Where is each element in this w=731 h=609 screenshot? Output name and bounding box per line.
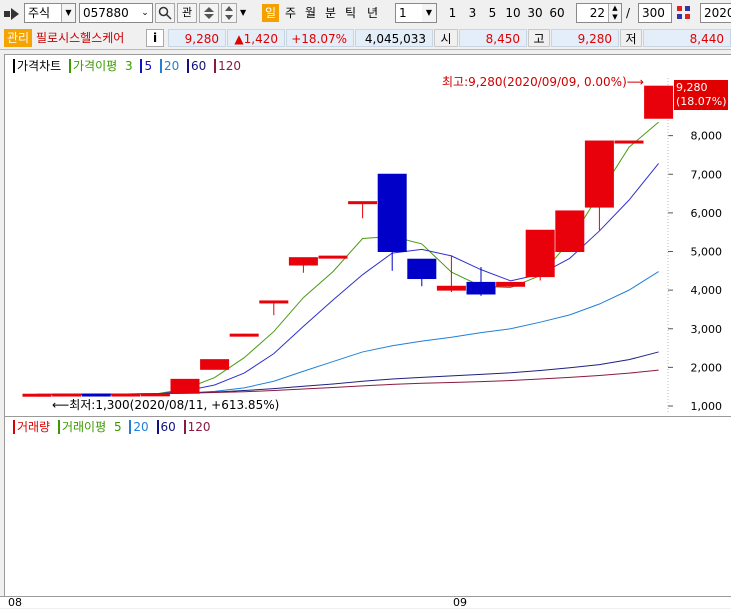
interval-select-value: 1 [399,6,407,20]
high-value: 9,280 [551,29,619,47]
total-value: 300 [642,6,665,20]
chevron-down-icon[interactable]: ▼ [61,4,75,22]
dropdown-arrow[interactable]: ▼ [240,3,250,23]
price-value: 9,280 [168,29,226,47]
interval-60-button[interactable]: 60 [547,3,567,23]
market-select[interactable]: 주식 ▼ [24,3,76,23]
settings-icon[interactable] [676,5,692,21]
search-button[interactable] [155,3,175,23]
interval-10-button[interactable]: 10 [503,3,523,23]
period-month-button[interactable]: 월 [302,3,319,23]
search-icon [158,6,172,20]
interval-30-button[interactable]: 30 [525,3,545,23]
last-change-value: (18.07%) [676,95,727,108]
low-value: 8,440 [643,29,731,47]
period-day-button[interactable]: 일 [262,4,279,22]
last-price-tag: 9,280 (18.07%) [674,80,728,110]
period-week-button[interactable]: 주 [282,3,299,23]
legend-vma-5[interactable]: 5 [114,420,122,434]
last-price-value: 9,280 [676,81,708,94]
zoom-value: 22 [589,6,605,20]
legend-vma-60[interactable]: 60 [156,420,176,434]
legend-price-chart[interactable]: 가격차트 [13,59,62,73]
info-button[interactable]: i [146,29,164,47]
arrow-left-icon: ⟵ [52,398,70,412]
interval-select[interactable]: 1 ▼ [395,3,437,23]
zoom-spinner-icon[interactable]: ▲ ▼ [608,4,621,22]
zoom-input[interactable]: 22 ▲ ▼ [576,3,622,23]
x-axis [0,596,731,608]
legend-ma-120[interactable]: 120 [214,59,242,73]
code-input[interactable]: 057880 ⌄ [79,3,153,23]
legend-ma-3[interactable]: 3 [125,59,133,73]
high-label: 고 [528,29,550,47]
legend-vma-20[interactable]: 20 [129,420,149,434]
price-chart-panel[interactable]: 가격차트 가격이평 3 5 20 60 120 [4,54,731,418]
legend-ma-20[interactable]: 20 [159,59,180,73]
legend-ma-5[interactable]: 5 [140,59,153,73]
toolbar: 주식 ▼ 057880 ⌄ 관 ▼ 일 주 월 분 틱 년 1 ▼ 1 3 5 … [0,0,731,28]
open-value: 8,450 [459,29,527,47]
code-input-value: 057880 [83,6,129,20]
watch-button[interactable]: 관 [177,3,197,23]
interval-5-button[interactable]: 5 [484,3,501,23]
legend-vma-120[interactable]: 120 [183,420,211,434]
spinner-icon [225,6,233,20]
high-note-text: 최고:9,280(2020/09/09, 0.00%) [442,75,627,89]
stock-name: 필로시스헬스케어 [36,31,125,45]
price-legend: 가격차트 가격이평 3 5 20 60 120 [13,57,242,74]
date-input[interactable]: 2020/ [700,3,731,23]
high-note: 최고:9,280(2020/09/09, 0.00%)⟶ [442,73,644,90]
chevron-down-icon[interactable]: ▼ [422,4,436,22]
chevron-down-icon[interactable]: ⌄ [138,4,152,22]
date-value: 2020/ [704,6,731,20]
managed-badge: 관리 [4,29,32,47]
period-tick-button[interactable]: 틱 [342,3,359,23]
legend-volume[interactable]: 거래량 [13,420,51,434]
total-input[interactable]: 300 [638,3,672,23]
x-axis-label-sep: 09 [453,596,467,609]
market-select-value: 주식 [28,6,51,20]
low-label: 저 [620,29,642,47]
legend-ma-60[interactable]: 60 [187,59,207,73]
legend-price-ma[interactable]: 가격이평 [69,59,118,73]
volume-value: 4,045,033 [355,29,433,47]
period-year-button[interactable]: 년 [364,3,381,23]
volume-legend: 거래량 거래이평 5 20 60 120 [13,418,211,435]
period-minute-button[interactable]: 분 [322,3,339,23]
menu-arrow-icon[interactable] [4,7,22,21]
spinner-buttons[interactable] [221,3,237,23]
volume-chart-panel[interactable]: 거래량 거래이평 5 20 60 120 [4,416,731,598]
arrow-right-icon: ⟶ [626,75,644,89]
change-pct-value: +18.07% [286,29,354,47]
arrows-icon [204,7,214,19]
interval-3-button[interactable]: 3 [464,3,481,23]
slash-label: / [626,6,631,20]
interval-1-button[interactable]: 1 [444,3,461,23]
low-note: ⟵최저:1,300(2020/08/11, +613.85%) [52,396,279,413]
x-axis-label-aug: 08 [8,596,22,609]
low-note-text: 최저:1,300(2020/08/11, +613.85%) [69,398,280,412]
legend-volume-ma[interactable]: 거래이평 [57,420,107,434]
change-value: ▲1,420 [227,29,285,47]
open-label: 시 [434,29,458,47]
stock-mode-button[interactable] [199,3,219,23]
